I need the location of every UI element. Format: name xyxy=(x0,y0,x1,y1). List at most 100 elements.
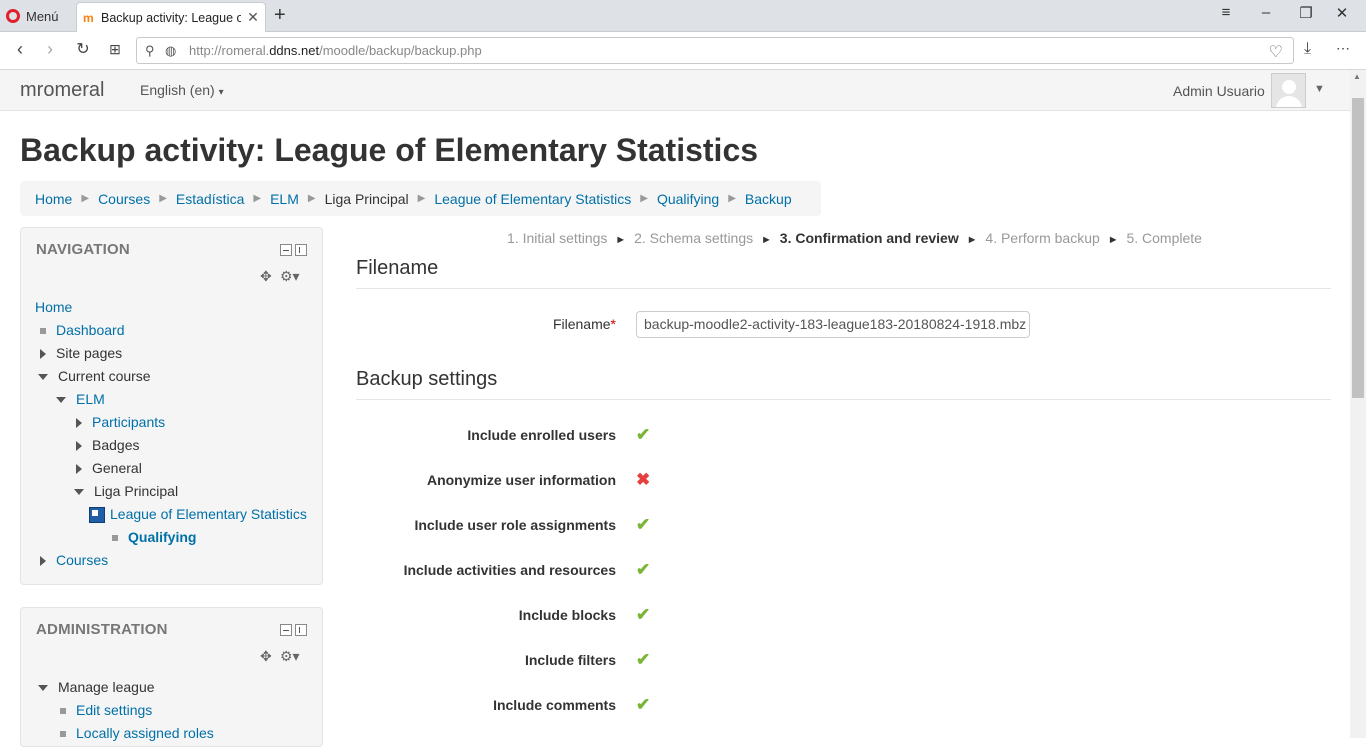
step-confirmation-review: 3. Confirmation and review xyxy=(779,230,959,246)
reload-icon[interactable]: ↻ xyxy=(71,39,95,59)
league-activity-icon xyxy=(89,507,105,524)
collapse-arrow-icon[interactable] xyxy=(56,397,66,404)
browser-tab-active[interactable]: m Backup activity: League of Elementary … xyxy=(76,2,266,32)
scroll-thumb[interactable] xyxy=(1352,98,1364,398)
tab-menu-icon[interactable]: ≡ xyxy=(1211,4,1241,21)
breadcrumb-separator-icon: ▶ xyxy=(81,193,90,204)
minimize-icon[interactable]: – xyxy=(1251,4,1281,21)
nav-qualifying[interactable]: Qualifying xyxy=(128,529,196,545)
opera-menu-button[interactable]: Menú xyxy=(6,6,59,26)
check-icon: ✔ xyxy=(636,515,651,534)
breadcrumb-separator-icon: ▶ xyxy=(728,193,736,204)
tab-title: Backup activity: League of Elementary St… xyxy=(101,10,241,25)
close-tab-icon[interactable]: ✕ xyxy=(247,9,259,26)
gear-icon[interactable]: ⚙▾ xyxy=(280,648,300,665)
step-separator-icon: ► xyxy=(615,234,627,246)
breadcrumb-separator-icon: ▶ xyxy=(253,193,262,204)
new-tab-icon[interactable]: + xyxy=(274,4,286,27)
forward-icon[interactable]: › xyxy=(38,39,62,60)
move-icon[interactable]: ✥ xyxy=(260,268,272,285)
breadcrumb-elm[interactable]: ELM xyxy=(270,191,299,207)
breadcrumb-league[interactable]: League of Elementary Statistics xyxy=(434,191,631,207)
step-initial-settings: 1. Initial settings xyxy=(507,230,608,246)
nav-elm[interactable]: ELM xyxy=(76,391,105,407)
scroll-up-icon[interactable]: ▲ xyxy=(1353,72,1361,81)
bullet-icon xyxy=(60,708,66,715)
speed-dial-icon[interactable]: ⊞ xyxy=(103,41,127,58)
setting-include-blocks: Include blocks xyxy=(518,607,616,623)
required-icon: * xyxy=(610,316,616,332)
navigation-tree: Home Dashboard Site pages Current course… xyxy=(35,296,307,572)
backup-settings-heading: Backup settings xyxy=(356,368,498,390)
expand-arrow-icon[interactable] xyxy=(76,441,82,452)
admin-locally-assigned-roles[interactable]: Locally assigned roles xyxy=(76,725,214,741)
filename-input[interactable]: backup-moodle2-activity-183-league183-20… xyxy=(636,311,1030,338)
breadcrumb-estadistica[interactable]: Estadística xyxy=(176,191,244,207)
dock-block-icon[interactable] xyxy=(295,244,307,256)
user-menu-caret-icon[interactable]: ▼ xyxy=(1314,83,1325,95)
move-icon[interactable]: ✥ xyxy=(260,648,272,665)
administration-block: ADMINISTRATION ✥ ⚙▾ Manage league Edit s… xyxy=(20,607,323,747)
language-menu[interactable]: English (en) ▾ xyxy=(140,82,224,98)
window-close-icon[interactable]: ✕ xyxy=(1327,4,1357,22)
restore-icon[interactable]: ❐ xyxy=(1291,4,1321,22)
url-field[interactable]: ⚲ ◍ http://romeral. ddns.net/moodle/backu… xyxy=(136,37,1294,64)
page-title: Backup activity: League of Elementary St… xyxy=(20,132,759,168)
collapse-arrow-icon[interactable] xyxy=(38,685,48,692)
nav-badges[interactable]: Badges xyxy=(92,437,139,453)
admin-manage-league[interactable]: Manage league xyxy=(58,679,155,695)
nav-liga-principal[interactable]: Liga Principal xyxy=(94,483,178,499)
avatar-body xyxy=(1276,96,1302,107)
opera-logo-icon xyxy=(6,9,20,23)
breadcrumb-separator-icon: ▶ xyxy=(159,193,167,204)
expand-arrow-icon[interactable] xyxy=(40,349,46,360)
check-icon: ✔ xyxy=(636,650,651,669)
section-divider xyxy=(356,399,1331,400)
avatar[interactable] xyxy=(1271,73,1306,108)
bullet-icon xyxy=(60,731,66,738)
check-icon: ✔ xyxy=(636,560,651,579)
nav-current-course[interactable]: Current course xyxy=(58,368,151,384)
collapse-block-icon[interactable] xyxy=(280,244,292,256)
expand-arrow-icon[interactable] xyxy=(40,556,46,567)
setting-include-filters: Include filters xyxy=(524,652,616,668)
gear-icon[interactable]: ⚙▾ xyxy=(280,268,300,285)
collapse-block-icon[interactable] xyxy=(280,624,292,636)
check-icon: ✔ xyxy=(636,605,651,624)
nav-general[interactable]: General xyxy=(92,460,142,476)
breadcrumb: Home ▶ Courses ▶ Estadística ▶ ELM ▶ Lig… xyxy=(20,181,821,216)
nav-home[interactable]: Home xyxy=(35,299,72,315)
page-scrollbar[interactable]: ▲ xyxy=(1350,70,1366,738)
expand-arrow-icon[interactable] xyxy=(76,464,82,475)
site-brand-link[interactable]: mromeral xyxy=(20,79,104,102)
nav-dashboard[interactable]: Dashboard xyxy=(56,322,125,338)
nav-courses[interactable]: Courses xyxy=(56,552,108,568)
nav-league[interactable]: League of Elementary Statistics xyxy=(110,506,307,522)
url-domain: ddns.net xyxy=(269,43,320,58)
breadcrumb-qualifying[interactable]: Qualifying xyxy=(657,191,719,207)
avatar-head xyxy=(1282,80,1296,94)
nav-site-pages[interactable]: Site pages xyxy=(56,345,122,361)
administration-tree: Manage league Edit settings Locally assi… xyxy=(35,676,214,745)
breadcrumb-backup[interactable]: Backup xyxy=(745,191,792,207)
download-icon[interactable]: ⤓ xyxy=(1304,40,1311,58)
dock-block-icon[interactable] xyxy=(295,624,307,636)
user-name[interactable]: Admin Usuario xyxy=(1173,83,1265,99)
back-icon[interactable]: ‹ xyxy=(8,39,32,60)
breadcrumb-courses[interactable]: Courses xyxy=(98,191,150,207)
collapse-arrow-icon[interactable] xyxy=(38,374,48,381)
filename-label-text: Filename xyxy=(552,316,611,332)
setting-include-comments: Include comments xyxy=(493,697,616,713)
setting-anonymize-user-information: Anonymize user information xyxy=(426,472,616,488)
url-prefix: http://romeral. xyxy=(189,43,270,58)
backup-progress-steps: 1. Initial settings ► 2. Schema settings… xyxy=(507,230,1202,246)
admin-edit-settings[interactable]: Edit settings xyxy=(76,702,152,718)
breadcrumb-home[interactable]: Home xyxy=(35,191,72,207)
bookmark-heart-icon[interactable]: ♡ xyxy=(1269,42,1283,62)
menu-more-icon[interactable]: ⋯ xyxy=(1336,40,1350,57)
nav-participants[interactable]: Participants xyxy=(92,414,165,430)
expand-arrow-icon[interactable] xyxy=(76,418,82,429)
bullet-icon xyxy=(40,328,46,335)
breadcrumb-liga-principal: Liga Principal xyxy=(324,190,409,207)
collapse-arrow-icon[interactable] xyxy=(74,489,84,496)
